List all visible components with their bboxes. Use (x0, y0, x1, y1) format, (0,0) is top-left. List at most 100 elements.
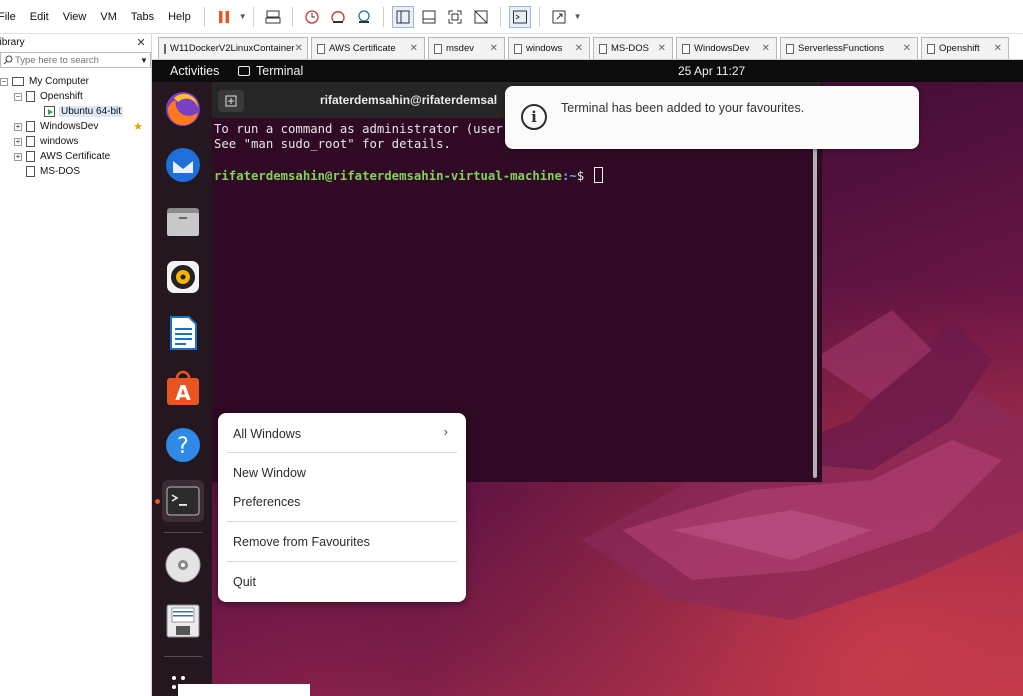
dock-thunderbird[interactable] (162, 144, 204, 186)
full-screen-button[interactable] (444, 6, 466, 28)
tab-close-icon[interactable]: ✕ (410, 43, 418, 54)
dock-disc[interactable] (162, 544, 204, 586)
tree-label: WindowsDev (40, 121, 99, 132)
tab-msdev[interactable]: msdev ✕ (428, 37, 505, 59)
tab-label: Openshift (939, 43, 980, 54)
tree-item-aws-certificate[interactable]: + AWS Certificate (0, 149, 151, 164)
tree-item-my-computer[interactable]: − My Computer (0, 74, 151, 89)
tab-close-icon[interactable]: ✕ (575, 43, 583, 54)
vm-icon (26, 166, 35, 177)
tab-close-icon[interactable]: ✕ (294, 43, 302, 54)
vm-icon (514, 43, 522, 54)
snapshot-manager-icon (358, 9, 370, 23)
show-library-button[interactable] (391, 5, 414, 28)
dock-rhythmbox[interactable] (162, 256, 204, 298)
guest-desktop[interactable]: Activities Terminal 25 Apr 11:27 A ? rif… (152, 60, 1023, 696)
menu-edit[interactable]: Edit (23, 0, 56, 34)
svg-text:A: A (175, 381, 191, 405)
menu-quit[interactable]: Quit (233, 573, 256, 591)
library-search-input[interactable] (15, 54, 138, 66)
dock-firefox[interactable] (162, 88, 204, 130)
tab-openshift[interactable]: Openshift ✕ (921, 37, 1009, 59)
toolbar-separator (382, 6, 384, 27)
console-view-button[interactable] (508, 5, 531, 28)
vm-icon (317, 43, 325, 54)
stretch-guest-button[interactable] (548, 6, 570, 28)
pause-icon (218, 10, 229, 23)
pause-button[interactable] (213, 6, 235, 28)
expand-icon[interactable]: + (14, 152, 22, 161)
software-icon: A (167, 370, 199, 405)
dock-software[interactable]: A (162, 368, 204, 410)
tab-label: ServerlessFunctions (798, 43, 885, 54)
expand-icon[interactable]: + (14, 122, 22, 131)
firefox-icon (166, 92, 200, 126)
library-header: Library ✕ (0, 34, 151, 50)
vm-icon (599, 43, 607, 54)
library-title: Library (0, 36, 25, 48)
app-menu-button[interactable]: Terminal (238, 64, 303, 78)
computer-icon (12, 77, 24, 86)
vm-icon (682, 43, 690, 54)
tree-item-openshift[interactable]: − Openshift (0, 89, 151, 104)
tree-item-ubuntu[interactable]: Ubuntu 64-bit (0, 104, 151, 119)
menu-vm[interactable]: VM (93, 0, 124, 34)
collapse-icon[interactable]: − (0, 77, 8, 86)
dock-floppy[interactable] (162, 600, 204, 642)
revert-snapshot-button[interactable] (327, 6, 349, 28)
dock-separator (164, 532, 202, 533)
tab-close-icon[interactable]: ✕ (903, 43, 911, 54)
tree-item-windowsdev[interactable]: + WindowsDev ★ (0, 119, 151, 134)
menu-view[interactable]: View (56, 0, 94, 34)
notification-banner[interactable]: i Terminal has been added to your favour… (505, 86, 919, 149)
clock[interactable]: 25 Apr 11:27 (678, 60, 745, 82)
terminal-scrollbar[interactable] (813, 118, 817, 478)
tree-item-ms-dos[interactable]: MS-DOS (0, 164, 151, 179)
search-dropdown-icon[interactable]: ▼ (138, 56, 150, 65)
tab-label: MS-DOS (611, 43, 649, 54)
tab-close-icon[interactable]: ✕ (658, 43, 666, 54)
tab-close-icon[interactable]: ✕ (994, 43, 1002, 54)
library-search: ▼ (0, 52, 151, 68)
tab-w11docker[interactable]: W11DockerV2LinuxContainer ✕ (158, 37, 308, 59)
collapse-icon[interactable]: − (14, 92, 22, 101)
tab-ms-dos[interactable]: MS-DOS ✕ (593, 37, 673, 59)
snapshot-manager-button[interactable] (353, 6, 375, 28)
send-ctrl-alt-del-button[interactable] (262, 6, 284, 28)
dock-terminal[interactable] (162, 480, 204, 522)
menu-remove-favourites[interactable]: Remove from Favourites (233, 533, 370, 551)
tab-serverless-functions[interactable]: ServerlessFunctions ✕ (780, 37, 918, 59)
tab-close-icon[interactable]: ✕ (490, 43, 498, 54)
show-thumbnail-bar-button[interactable] (418, 6, 440, 28)
pause-dropdown-icon[interactable]: ▼ (239, 12, 247, 21)
menu-separator (227, 452, 457, 453)
tab-windows[interactable]: windows ✕ (508, 37, 590, 59)
new-tab-button[interactable] (218, 90, 244, 112)
dock-libreoffice-writer[interactable] (162, 312, 204, 354)
tree-item-windows[interactable]: + windows (0, 134, 151, 149)
vm-icon (927, 43, 935, 54)
tab-aws-certificate[interactable]: AWS Certificate ✕ (311, 37, 425, 59)
favorite-star-icon: ★ (133, 121, 143, 133)
library-close-icon[interactable]: ✕ (135, 36, 147, 49)
dock-separator (164, 656, 202, 657)
menu-file[interactable]: File (0, 0, 23, 34)
snapshot-button[interactable] (301, 6, 323, 28)
tab-windowsdev[interactable]: WindowsDev ✕ (676, 37, 777, 59)
activities-button[interactable]: Activities (152, 64, 238, 78)
dock-files[interactable] (162, 200, 204, 242)
tree-label: Ubuntu 64-bit (59, 106, 124, 117)
unity-button[interactable] (470, 6, 492, 28)
stretch-dropdown-icon[interactable]: ▼ (574, 12, 582, 21)
menu-help[interactable]: Help (161, 0, 198, 34)
expand-icon[interactable]: + (14, 137, 22, 146)
menu-all-windows[interactable]: All Windows (233, 425, 301, 443)
disc-icon (165, 547, 201, 583)
tab-close-icon[interactable]: ✕ (762, 43, 770, 54)
menu-tabs[interactable]: Tabs (124, 0, 161, 34)
prompt-symbol: $ (576, 169, 585, 183)
prompt-user: rifaterdemsahin@rifaterdemsahin-virtual-… (214, 169, 562, 183)
menu-new-window[interactable]: New Window (233, 464, 306, 482)
dock-help[interactable]: ? (162, 424, 204, 466)
menu-preferences[interactable]: Preferences (233, 493, 300, 511)
